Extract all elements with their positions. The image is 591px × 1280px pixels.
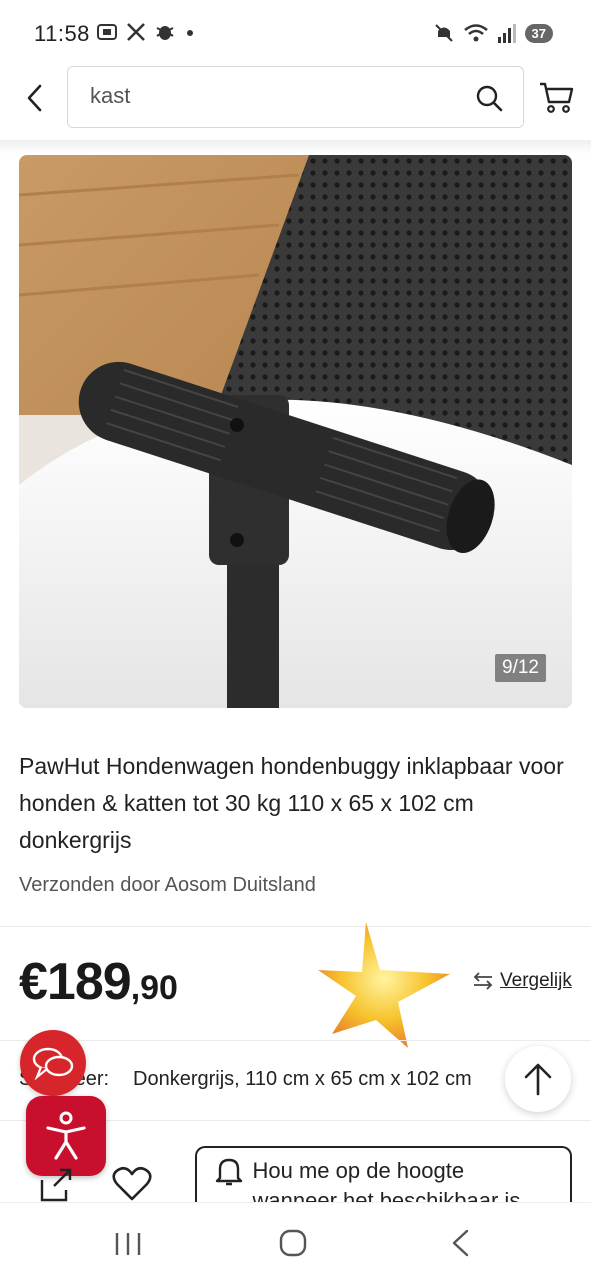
price-cents: ,90	[130, 969, 178, 1007]
notify-label: Hou me op de hoogte wanneer het beschikb…	[252, 1158, 521, 1206]
product-photo	[19, 155, 572, 708]
wifi-icon	[463, 24, 488, 42]
status-time: 11:58	[34, 21, 90, 46]
signal-icon	[497, 24, 516, 43]
accessibility-icon	[46, 1111, 86, 1160]
screenshot-icon	[97, 24, 117, 40]
accessibility-button[interactable]	[26, 1096, 106, 1176]
compare-link[interactable]: Vergelijk	[472, 970, 572, 992]
chat-button[interactable]	[20, 1030, 86, 1096]
product-title: PawHut Hondenwagen hondenbuggy inklapbaa…	[19, 753, 564, 853]
status-right-icons: 37	[433, 22, 553, 44]
dot-icon	[187, 30, 193, 36]
divider	[0, 1040, 591, 1041]
image-counter: 9/12	[495, 654, 546, 682]
star-icon	[318, 922, 450, 1048]
notify-me-button[interactable]: Hou me op de hoogte wanneer het beschikb…	[195, 1146, 572, 1206]
recent-apps-icon[interactable]	[113, 1231, 143, 1257]
variant-value[interactable]: Donkergrijs, 110 cm x 65 cm x 102 cm	[133, 1068, 472, 1091]
back-arrow-icon[interactable]	[20, 82, 52, 114]
battery-icon: 37	[524, 23, 553, 43]
system-back-icon[interactable]	[449, 1229, 471, 1257]
cart-icon[interactable]	[538, 80, 574, 114]
price: €189,90	[19, 952, 178, 1012]
home-icon[interactable]	[279, 1229, 307, 1257]
x-icon	[127, 23, 145, 41]
bell-icon	[215, 1158, 242, 1186]
search-input[interactable]	[90, 83, 450, 109]
compare-arrows-icon	[473, 972, 493, 990]
search-icon[interactable]	[475, 84, 503, 112]
divider	[0, 926, 591, 927]
header-shadow	[0, 140, 591, 154]
status-bar: 11:58 37	[0, 0, 591, 66]
heart-icon[interactable]	[112, 1166, 152, 1202]
search-box[interactable]	[67, 66, 524, 128]
scroll-to-top-button[interactable]	[505, 1046, 571, 1112]
compare-label[interactable]: Vergelijk	[500, 970, 572, 992]
mute-icon	[434, 24, 453, 42]
product-image[interactable]: 9/12	[19, 155, 572, 708]
bug-icon	[156, 26, 174, 40]
system-nav-bar	[0, 1202, 591, 1280]
status-left-icons	[96, 22, 196, 42]
price-main: €189	[19, 953, 132, 1011]
arrow-up-icon	[524, 1063, 552, 1096]
seller-info[interactable]: Verzonden door Aosom Duitsland	[19, 874, 316, 897]
header	[0, 66, 591, 140]
share-icon[interactable]	[38, 1166, 74, 1202]
chat-bubbles-icon	[32, 1047, 74, 1081]
